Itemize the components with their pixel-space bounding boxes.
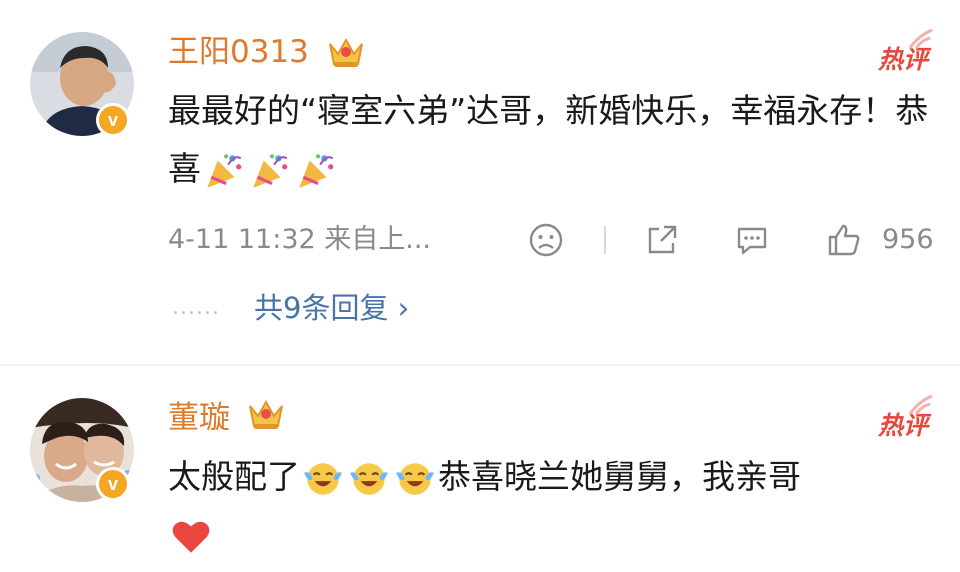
crown-badge-icon — [246, 396, 286, 436]
like-thumb-icon[interactable] — [826, 222, 862, 258]
comment-item: v 董璇 热评 太般配了 恭喜晓兰她舅舅，我亲哥 — [0, 370, 960, 572]
replies-link[interactable]: 共9条回复 › — [254, 286, 409, 330]
flame-icon — [908, 28, 933, 49]
tears-of-joy-emoji — [348, 458, 390, 500]
comment-divider — [0, 364, 960, 366]
hot-comment-badge: 热评 — [878, 394, 933, 442]
username[interactable]: 董璇 — [168, 398, 230, 438]
crown-badge-icon — [326, 34, 366, 74]
comment-item: v 王阳0313 热评 最最好的“寝室六弟”达哥，新婚快乐，幸福永存！恭喜 4-… — [0, 0, 960, 362]
tears-of-joy-emoji — [302, 458, 344, 500]
party-popper-emoji — [203, 150, 245, 192]
dislike-face-icon[interactable] — [528, 222, 564, 258]
comment-text: 最最好的“寝室六弟”达哥，新婚快乐，幸福永存！恭喜 — [168, 82, 948, 198]
tears-of-joy-emoji — [394, 458, 436, 500]
flame-icon — [908, 394, 933, 415]
share-icon[interactable] — [644, 222, 680, 258]
comment-meta: 4-11 11:32 来自上... 956 — [168, 218, 948, 262]
hot-comment-badge: 热评 — [878, 28, 933, 76]
like-count: 956 — [882, 224, 934, 255]
red-heart-emoji — [170, 516, 212, 558]
timestamp-source: 4-11 11:32 来自上... — [168, 224, 431, 255]
comment-text: 太般配了 恭喜晓兰她舅舅，我亲哥 — [168, 448, 948, 564]
reply-comment-icon[interactable] — [734, 222, 770, 258]
party-popper-emoji — [295, 150, 337, 192]
verified-badge-icon: v — [96, 103, 130, 137]
party-popper-emoji — [249, 150, 291, 192]
divider — [604, 226, 606, 254]
username[interactable]: 王阳0313 — [168, 32, 309, 72]
verified-badge-icon: v — [96, 467, 130, 501]
replies-dots: ...... — [172, 295, 220, 320]
